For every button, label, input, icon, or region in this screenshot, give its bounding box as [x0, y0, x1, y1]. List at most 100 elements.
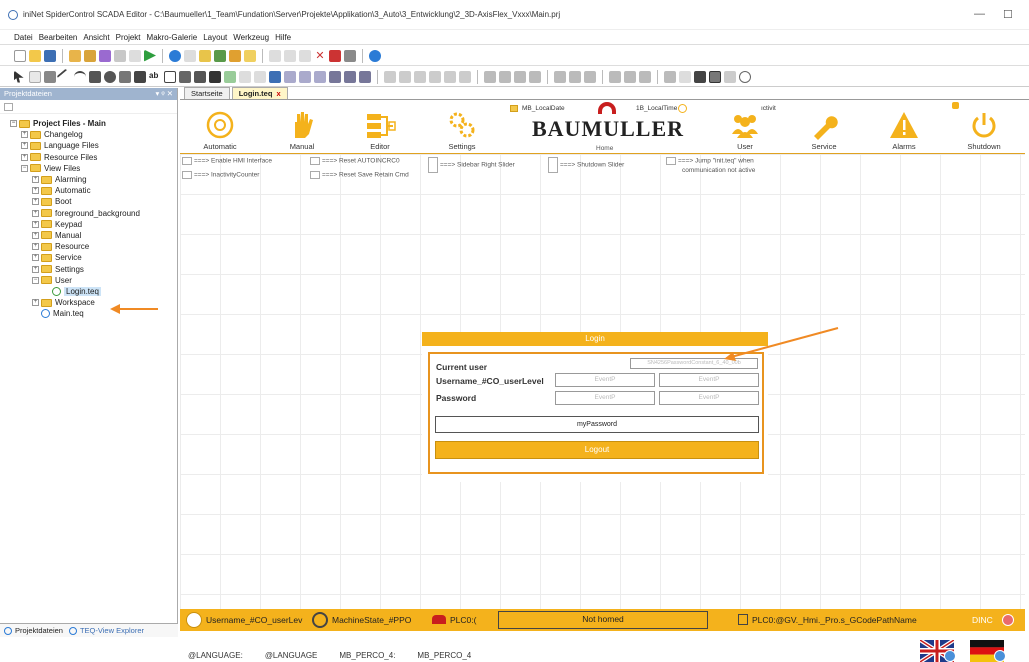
expand-icon[interactable]: +: [21, 131, 28, 139]
password-event-field-2[interactable]: EventP: [659, 391, 759, 405]
nav-editor[interactable]: Editor: [340, 102, 420, 154]
tree-item[interactable]: + Alarming: [10, 174, 177, 185]
expand-icon[interactable]: +: [21, 142, 28, 150]
globe-icon[interactable]: [169, 49, 181, 62]
tree-item[interactable]: + Keypad: [10, 219, 177, 230]
macro3-icon[interactable]: [314, 70, 326, 83]
logout-button[interactable]: Logout: [435, 441, 759, 459]
tool-icon[interactable]: [99, 49, 111, 62]
tree-item[interactable]: + Boot: [10, 196, 177, 207]
same-width-icon[interactable]: [484, 70, 496, 83]
menu-bearbeiten[interactable]: Bearbeiten: [39, 33, 78, 42]
collapse-icon[interactable]: −: [10, 120, 17, 128]
settings-tool-icon[interactable]: [639, 70, 651, 83]
nav-automatic[interactable]: Automatic: [180, 102, 260, 154]
tree-item[interactable]: − Project Files - Main: [10, 118, 177, 129]
tree-icon[interactable]: [184, 49, 196, 62]
collapse-icon[interactable]: −: [32, 276, 39, 284]
tree-item[interactable]: + Changelog: [10, 129, 177, 140]
macro-icon[interactable]: [229, 49, 241, 62]
unlock-icon[interactable]: [624, 70, 636, 83]
grid-icon[interactable]: [584, 70, 596, 83]
build-all-icon[interactable]: [84, 49, 96, 62]
align-top-icon[interactable]: [429, 70, 441, 83]
tool2-icon[interactable]: [114, 49, 126, 62]
expand-icon[interactable]: +: [32, 209, 39, 217]
snap-icon[interactable]: [664, 70, 676, 83]
tree-item[interactable]: + Resource Files: [10, 152, 177, 163]
run-icon[interactable]: [144, 49, 156, 62]
ellipse-icon[interactable]: [104, 70, 116, 83]
tree-item[interactable]: − User: [10, 275, 177, 286]
design-canvas[interactable]: ===> Enable HMI Interface ===> Reset AUT…: [180, 154, 1025, 662]
align-bottom-icon[interactable]: [459, 70, 471, 83]
bars-icon[interactable]: [239, 70, 251, 83]
menu-werkzeug[interactable]: Werkzeug: [233, 33, 269, 42]
panel-pin-controls[interactable]: ▾ ᵠ ✕: [155, 88, 173, 100]
macro1-icon[interactable]: [284, 70, 296, 83]
maximize-button[interactable]: ☐: [1003, 8, 1013, 21]
print-icon[interactable]: [344, 49, 356, 62]
fullscreen-icon[interactable]: [329, 49, 341, 62]
move-icon[interactable]: [209, 70, 221, 83]
grid-toggle-icon[interactable]: [694, 70, 706, 83]
nav-service[interactable]: Service: [784, 102, 864, 154]
expand-icon[interactable]: +: [32, 198, 39, 206]
pointer-icon[interactable]: [14, 70, 24, 83]
front-icon[interactable]: [554, 70, 566, 83]
expand-icon[interactable]: +: [32, 254, 39, 262]
tree-item[interactable]: Login.teq: [10, 286, 177, 297]
macro5-icon[interactable]: [344, 70, 356, 83]
lock-icon[interactable]: [609, 70, 621, 83]
menu-projekt[interactable]: Projekt: [116, 33, 141, 42]
menu-datei[interactable]: Datei: [14, 33, 33, 42]
back-icon[interactable]: [569, 70, 581, 83]
collapse-icon[interactable]: −: [21, 164, 28, 172]
minimize-button[interactable]: —: [974, 8, 985, 20]
copy-icon[interactable]: [284, 49, 296, 62]
tree-item[interactable]: + foreground_background: [10, 208, 177, 219]
select-region-icon[interactable]: [724, 70, 736, 83]
new-file-icon[interactable]: [14, 49, 26, 62]
delete-icon[interactable]: ✕: [314, 50, 326, 62]
tree-item[interactable]: + Manual: [10, 230, 177, 241]
open-folder-icon[interactable]: [29, 49, 41, 62]
tab-login-teq[interactable]: Login.teq x: [231, 87, 288, 99]
password-input[interactable]: myPassword: [435, 416, 759, 433]
tab-startseite[interactable]: Startseite: [184, 87, 230, 99]
shape-icon[interactable]: [119, 70, 131, 83]
tree-item[interactable]: + Service: [10, 252, 177, 263]
nav-settings[interactable]: Settings: [422, 102, 502, 154]
tree-item[interactable]: Main.teq: [10, 308, 177, 319]
image-box-icon[interactable]: [269, 70, 281, 83]
nav-user[interactable]: User: [705, 102, 785, 154]
tree-item[interactable]: + Workspace: [10, 297, 177, 308]
same-height-icon[interactable]: [499, 70, 511, 83]
image-tool-icon[interactable]: [44, 70, 56, 83]
help-icon[interactable]: [369, 49, 381, 62]
align-center-icon[interactable]: [399, 70, 411, 83]
expand-icon[interactable]: +: [32, 243, 39, 251]
nav-shutdown[interactable]: Shutdown: [944, 102, 1024, 154]
password-event-field-1[interactable]: EventP: [555, 391, 655, 405]
expand-icon[interactable]: +: [32, 187, 39, 195]
expand-icon[interactable]: +: [32, 265, 39, 273]
tool3-icon[interactable]: [129, 49, 141, 62]
image-icon[interactable]: [214, 49, 226, 62]
tree-item[interactable]: + Automatic: [10, 185, 177, 196]
polyline-icon[interactable]: [74, 70, 86, 83]
textfield-icon[interactable]: ab: [149, 71, 161, 83]
baumuller-logo[interactable]: BAUMULLER: [532, 116, 684, 142]
tab-teq-view-explorer[interactable]: TEQ-View Explorer: [68, 626, 144, 635]
same-size-icon[interactable]: [514, 70, 526, 83]
nav-alarms[interactable]: Alarms: [864, 102, 944, 154]
nav-manual[interactable]: Manual: [262, 102, 342, 154]
paste-icon[interactable]: [299, 49, 311, 62]
line-icon[interactable]: [56, 68, 74, 85]
chart-icon[interactable]: [254, 70, 266, 83]
username-event-field-2[interactable]: EventP: [659, 373, 759, 387]
menu-ansicht[interactable]: Ansicht: [83, 33, 109, 42]
tree-item[interactable]: + Settings: [10, 263, 177, 274]
build-icon[interactable]: [69, 49, 81, 62]
close-tab-icon[interactable]: x: [276, 89, 280, 98]
